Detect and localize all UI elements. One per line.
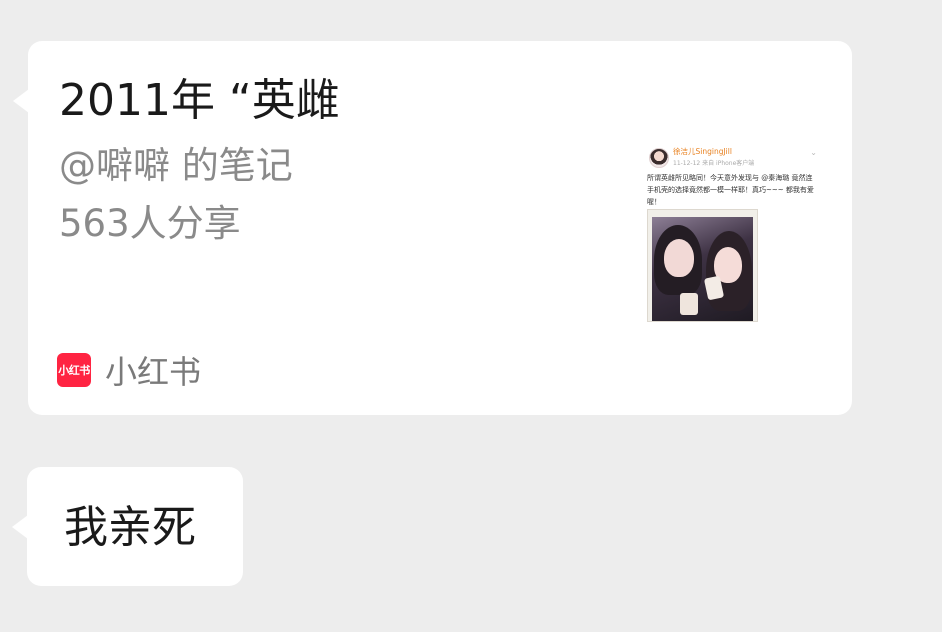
- card-title: 2011年 “英雌: [59, 75, 340, 126]
- thumbnail-photo: [647, 209, 758, 322]
- text-message-bubble[interactable]: 我亲死: [12, 467, 243, 586]
- card-divider: [56, 333, 824, 334]
- thumbnail-user-name: 徐洁儿SingingJill: [673, 147, 732, 156]
- chevron-down-icon: ⌄: [810, 148, 817, 157]
- thumbnail-meta: 11-12-12 来自 iPhone客户端: [673, 160, 755, 167]
- message-text: 我亲死: [64, 502, 196, 553]
- xiaohongshu-logo-icon: 小红书: [57, 353, 91, 387]
- bubble-tail: [12, 515, 28, 539]
- card-source: 小红书 小红书: [57, 350, 202, 391]
- card-thumbnail: 徐洁儿SingingJill 11-12-12 来自 iPhone客户端 ⌄ 所…: [645, 142, 823, 322]
- link-card-bubble[interactable]: 2011年 “英雌 @噼噼 的笔记 563人分享 徐洁儿SingingJill …: [13, 41, 852, 415]
- source-name: 小红书: [105, 353, 202, 391]
- bubble-tail: [13, 89, 29, 113]
- thumbnail-header: 徐洁儿SingingJill 11-12-12 来自 iPhone客户端 ⌄: [647, 146, 821, 168]
- card-share-count: 563人分享: [59, 202, 241, 245]
- thumbnail-post-text: 所谓英雌所见略同！今天意外发现与 @秦海璐 竟然连手机壳的选择竟然都一模一样耶！…: [647, 174, 814, 206]
- avatar: [649, 148, 669, 168]
- card-author: @噼噼 的笔记: [59, 144, 293, 187]
